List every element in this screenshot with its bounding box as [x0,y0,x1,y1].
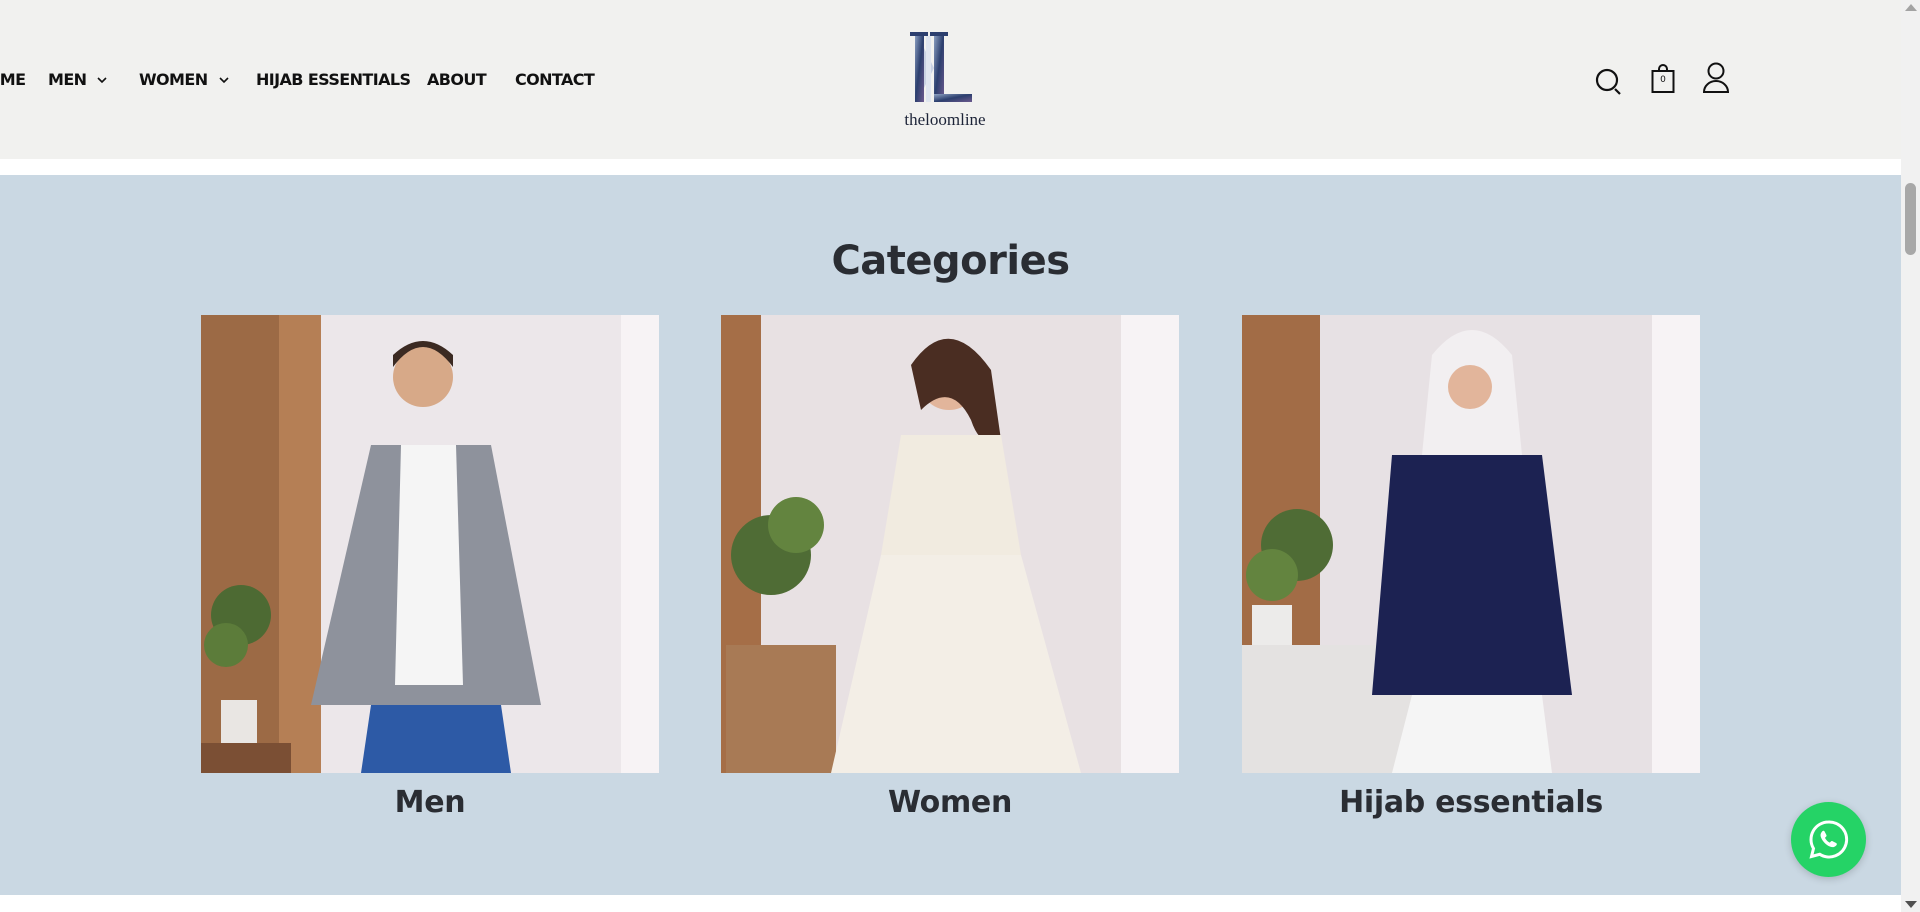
nav-women-label: WOMEN [139,70,208,89]
whatsapp-chat-button[interactable] [1791,802,1866,877]
nav-about-label: ABOUT [427,70,487,89]
category-label-women: Women [887,785,1013,820]
cart-icon[interactable]: 0 [1651,64,1675,99]
nav-about[interactable]: ABOUT [427,70,487,89]
vertical-scrollbar[interactable] [1901,0,1920,912]
chevron-down-icon [218,76,229,83]
nav-home[interactable]: HOME [0,70,26,89]
category-card-men[interactable]: Men [201,315,659,820]
search-icon[interactable] [1595,68,1623,101]
category-image-hijab-essentials[interactable] [1242,315,1700,773]
logo-mark [910,32,972,102]
logo-text: theloomline [904,110,986,129]
category-image-women[interactable] [721,315,1179,773]
page: HOME MEN WOMEN HIJAB ESSENTIALS ABOUT CO… [0,0,1920,912]
chevron-down-icon [97,76,108,83]
category-image-men[interactable] [201,315,659,773]
categories-title: Categories [831,238,1070,284]
site-header: HOME MEN WOMEN HIJAB ESSENTIALS ABOUT CO… [0,0,1901,159]
categories-section: Categories Men Women Hijab essentials [0,175,1901,895]
category-label-men: Men [394,785,466,820]
nav-hijab-essentials[interactable]: HIJAB ESSENTIALS [256,70,411,89]
nav-men[interactable]: MEN [48,70,108,89]
account-icon[interactable] [1702,62,1730,99]
header-divider [0,159,1901,175]
nav-contact[interactable]: CONTACT [515,70,595,89]
nav-hijab-essentials-label: HIJAB ESSENTIALS [256,70,411,89]
scroll-down-arrow-icon[interactable] [1905,901,1917,908]
category-card-hijab-essentials[interactable]: Hijab essentials [1242,315,1700,820]
category-label-hijab-essentials: Hijab essentials [1339,785,1603,820]
nav-women[interactable]: WOMEN [139,70,230,89]
cart-count-badge: 0 [1660,75,1666,85]
nav-men-label: MEN [48,70,87,89]
site-logo[interactable]: theloomline [890,28,1000,134]
category-card-women[interactable]: Women [721,315,1179,820]
scroll-thumb[interactable] [1905,183,1916,255]
nav-home-label: HOME [0,70,26,89]
nav-contact-label: CONTACT [515,70,595,89]
scroll-up-arrow-icon[interactable] [1905,4,1917,11]
whatsapp-icon [1809,820,1849,859]
